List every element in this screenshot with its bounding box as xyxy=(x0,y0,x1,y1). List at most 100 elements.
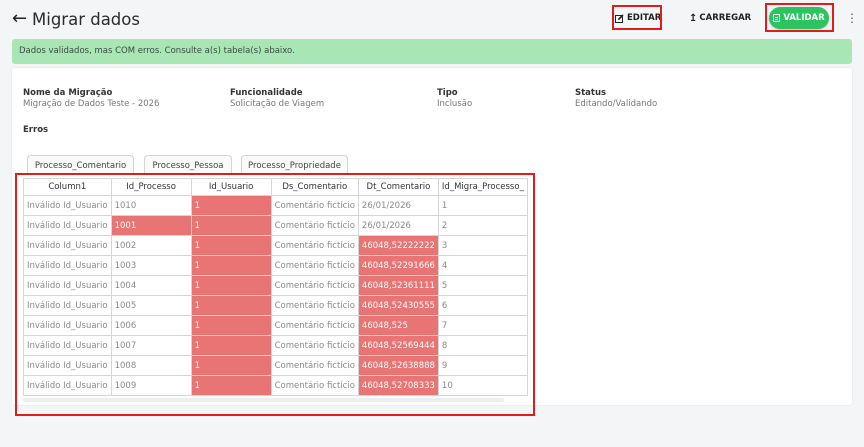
table-cell[interactable]: Inválido Id_Usuario xyxy=(23,215,112,236)
table-cell[interactable]: 26/01/2026 xyxy=(357,215,439,236)
column-header[interactable]: Id_Usuario xyxy=(190,178,272,196)
table-cell[interactable]: Inválido Id_Usuario xyxy=(23,335,112,356)
table-cell[interactable]: 46048,52291666 xyxy=(357,255,439,276)
table-cell[interactable]: 26/01/2026 xyxy=(357,195,439,216)
table-cell[interactable]: Comentário fictício xyxy=(270,215,359,236)
table-cell[interactable]: 2 xyxy=(437,215,528,236)
table-cell[interactable]: Comentário fictício xyxy=(270,355,359,376)
table-cell[interactable]: 1001 xyxy=(110,215,192,236)
table-cell[interactable]: Comentário fictício xyxy=(270,335,359,356)
table-cell[interactable]: Comentário fictício xyxy=(270,315,359,336)
type-label: Tipo xyxy=(437,88,458,98)
feature-field: Funcionalidade Solicitação de Viagem xyxy=(230,88,324,110)
errors-table: Column1 Id_Processo Id_Usuario Ds_Coment… xyxy=(23,178,528,396)
table-row[interactable]: Inválido Id_Usuario 1008 1 Comentário fictí… xyxy=(23,355,528,376)
tab-processo-comentario[interactable]: Processo_Comentario xyxy=(27,155,134,175)
horizontal-scrollbar[interactable] xyxy=(23,398,504,402)
table-cell[interactable]: 8 xyxy=(437,335,528,356)
table-cell[interactable]: Inválido Id_Usuario xyxy=(23,255,112,276)
table-cell[interactable]: 1005 xyxy=(110,295,192,316)
table-cell[interactable]: 1 xyxy=(190,235,272,256)
column-header[interactable]: Dt_Comentario xyxy=(357,178,439,196)
table-cell[interactable]: 10 xyxy=(437,375,528,396)
table-cell[interactable]: Comentário fictício xyxy=(270,375,359,396)
validation-alert: Dados validados, mas COM erros. Consulte… xyxy=(12,39,852,64)
table-cell[interactable]: 4 xyxy=(437,255,528,276)
table-cell[interactable]: Inválido Id_Usuario xyxy=(23,295,112,316)
table-cell[interactable]: Comentário fictício xyxy=(270,235,359,256)
table-cell[interactable]: 6 xyxy=(437,295,528,316)
migration-name-field: Nome da Migração Migração de Dados Teste… xyxy=(23,88,159,110)
page-header: ← Migrar dados EDITAR ↥ CARREGAR VALIDAR… xyxy=(0,0,864,38)
table-cell[interactable]: 9 xyxy=(437,355,528,376)
column-header[interactable]: Id_Migra_Processo_ xyxy=(437,178,528,196)
table-cell[interactable]: 1006 xyxy=(110,315,192,336)
status-field: Status Editando/Validando xyxy=(575,88,657,110)
table-row[interactable]: Inválido Id_Usuario 1007 1 Comentário fictí… xyxy=(23,335,528,356)
table-cell[interactable]: 1 xyxy=(190,195,272,216)
upload-icon: ↥ xyxy=(689,12,698,24)
tab-processo-pessoa[interactable]: Processo_Pessoa xyxy=(144,155,232,175)
arrow-left-icon[interactable]: ← xyxy=(12,9,27,29)
load-button[interactable]: ↥ CARREGAR xyxy=(689,9,751,27)
table-row[interactable]: Inválido Id_Usuario 1001 1 Comentário fictí… xyxy=(23,215,528,236)
edit-button[interactable]: EDITAR xyxy=(615,9,661,27)
errors-heading: Erros xyxy=(23,125,49,135)
table-cell[interactable]: Comentário fictício xyxy=(270,255,359,276)
table-cell[interactable]: 1 xyxy=(190,255,272,276)
table-cell[interactable]: 5 xyxy=(437,275,528,296)
table-cell[interactable]: Comentário fictício xyxy=(270,295,359,316)
table-cell[interactable]: 1 xyxy=(190,295,272,316)
table-cell[interactable]: Inválido Id_Usuario xyxy=(23,195,112,216)
table-cell[interactable]: Inválido Id_Usuario xyxy=(23,355,112,376)
table-row[interactable]: Inválido Id_Usuario 1005 1 Comentário fictí… xyxy=(23,295,528,316)
validate-button-label: VALIDAR xyxy=(783,13,825,23)
table-cell[interactable]: 1008 xyxy=(110,355,192,376)
table-cell[interactable]: Inválido Id_Usuario xyxy=(23,375,112,396)
list-icon xyxy=(773,14,781,22)
table-cell[interactable]: Comentário fictício xyxy=(270,275,359,296)
table-cell[interactable]: 1009 xyxy=(110,375,192,396)
column-header[interactable]: Column1 xyxy=(23,178,112,196)
tab-processo-propriedade[interactable]: Processo_Propriedade xyxy=(241,155,348,175)
table-cell[interactable]: 46048,525 xyxy=(357,315,439,336)
table-row[interactable]: Inválido Id_Usuario 1004 1 Comentário fictí… xyxy=(23,275,528,296)
table-row[interactable]: Inválido Id_Usuario 1010 1 Comentário fictí… xyxy=(23,195,528,216)
migration-name-label: Nome da Migração xyxy=(23,88,113,98)
kebab-icon[interactable]: ⋮ xyxy=(846,9,858,27)
table-cell[interactable]: Inválido Id_Usuario xyxy=(23,315,112,336)
feature-value: Solicitação de Viagem xyxy=(230,99,325,109)
edit-button-label: EDITAR xyxy=(627,13,662,23)
table-row[interactable]: Inválido Id_Usuario 1003 1 Comentário fictí… xyxy=(23,255,528,276)
table-cell[interactable]: 46048,52222222 xyxy=(357,235,439,256)
table-cell[interactable]: 46048,52569444 xyxy=(357,335,439,356)
validate-button[interactable]: VALIDAR xyxy=(769,7,829,29)
table-cell[interactable]: Inválido Id_Usuario xyxy=(23,275,112,296)
table-cell[interactable]: 46048,52638888 xyxy=(357,355,439,376)
table-cell[interactable]: Comentário fictício xyxy=(270,195,359,216)
table-row[interactable]: Inválido Id_Usuario 1006 1 Comentário fictí… xyxy=(23,315,528,336)
table-cell[interactable]: 1003 xyxy=(110,255,192,276)
column-header[interactable]: Ds_Comentario xyxy=(270,178,359,196)
table-cell[interactable]: 46048,52361111 xyxy=(357,275,439,296)
table-cell[interactable]: 1 xyxy=(190,335,272,356)
feature-label: Funcionalidade xyxy=(230,88,303,98)
table-cell[interactable]: 46048,52708333 xyxy=(357,375,439,396)
table-cell[interactable]: 1007 xyxy=(110,335,192,356)
column-header[interactable]: Id_Processo xyxy=(110,178,192,196)
table-cell[interactable]: 7 xyxy=(437,315,528,336)
table-row[interactable]: Inválido Id_Usuario 1009 1 Comentário fictí… xyxy=(23,375,528,396)
table-cell[interactable]: Inválido Id_Usuario xyxy=(23,235,112,256)
table-cell[interactable]: 1002 xyxy=(110,235,192,256)
table-cell[interactable]: 3 xyxy=(437,235,528,256)
table-cell[interactable]: 1004 xyxy=(110,275,192,296)
table-cell[interactable]: 1 xyxy=(190,355,272,376)
table-row[interactable]: Inválido Id_Usuario 1002 1 Comentário fictí… xyxy=(23,235,528,256)
table-cell[interactable]: 1 xyxy=(437,195,528,216)
table-cell[interactable]: 1 xyxy=(190,215,272,236)
table-cell[interactable]: 1 xyxy=(190,275,272,296)
table-cell[interactable]: 1010 xyxy=(110,195,192,216)
table-cell[interactable]: 1 xyxy=(190,375,272,396)
table-cell[interactable]: 1 xyxy=(190,315,272,336)
table-cell[interactable]: 46048,52430555 xyxy=(357,295,439,316)
